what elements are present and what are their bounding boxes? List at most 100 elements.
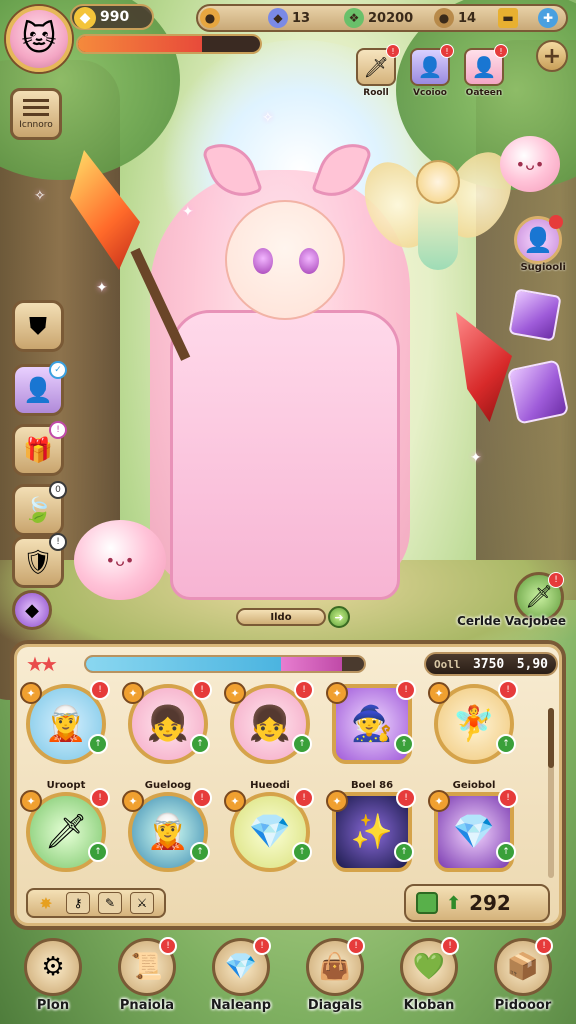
- level-up-icon: ↑: [190, 842, 210, 862]
- exp-fill-blue: [86, 657, 281, 671]
- element-icon: ✦: [326, 682, 348, 704]
- resource-slot[interactable]: ❖ 20200: [344, 8, 413, 28]
- gold-counter[interactable]: ◆ 990: [70, 4, 154, 30]
- nav-item-4[interactable]: 💚! Kloban: [386, 937, 472, 1024]
- bottom-navigation: ⚙ Plon 📜! Pnaiola 💎! Naleanp 👜! Diagals 💚! Kloban…: [0, 937, 576, 1024]
- nav-item-0[interactable]: ⚙ Plon: [10, 938, 96, 1024]
- resource-slot[interactable]: ◆ 13: [268, 8, 310, 28]
- character-card[interactable]: 🧙 ✦! ↑ Boel 86: [326, 680, 416, 791]
- hero-name-plate[interactable]: Ildo ➜: [236, 606, 350, 628]
- nav-label: Naleanp: [210, 998, 272, 1013]
- sword-icon: 🗡!: [356, 44, 400, 86]
- bag-icon: 👜!: [306, 937, 365, 996]
- hero-eye: [253, 248, 273, 274]
- gem-c-value: 14: [458, 10, 477, 26]
- element-icon: ✦: [224, 790, 246, 812]
- nav-item-2[interactable]: 💎! Naleanp: [198, 937, 284, 1024]
- character-card[interactable]: 🧝 ✦! ↑ Uroopt: [20, 680, 110, 791]
- level-up-icon: ↑: [88, 842, 108, 862]
- top-icon-1[interactable]: 👤! Vcoioo: [408, 44, 454, 100]
- nav-item-3[interactable]: 👜! Diagals: [292, 937, 378, 1024]
- gold-icon: ◆: [74, 7, 96, 29]
- crest-icon: ⛊: [29, 312, 47, 340]
- character-card[interactable]: 🧝 ✦! ↑: [122, 788, 212, 876]
- inventory-menu-button[interactable]: Icnnoro: [10, 88, 62, 140]
- leaf-icon: ❖: [344, 8, 364, 28]
- purple-crystal-small[interactable]: [508, 288, 562, 342]
- element-icon: ✦: [122, 682, 144, 704]
- nav-label: Pidooor: [494, 998, 552, 1013]
- nav-item-1[interactable]: 📜! Pnaiola: [104, 937, 190, 1024]
- side-button-crest[interactable]: ⛊: [12, 300, 64, 352]
- arrow-up-icon: ⬆: [446, 892, 462, 914]
- character-card[interactable]: 🗡 ✦! ↑: [20, 788, 110, 876]
- nav-label: Pnaiola: [119, 998, 175, 1013]
- star-icon[interactable]: ✸: [34, 892, 58, 914]
- side-button-leaf[interactable]: 🍃 0: [12, 481, 67, 536]
- scroll-icon: 📜!: [118, 937, 177, 996]
- notification-badge: !: [253, 937, 271, 955]
- add-button[interactable]: +: [536, 40, 568, 72]
- sparkle: ✦: [470, 450, 482, 466]
- key-icon[interactable]: ⚷: [66, 892, 90, 914]
- fairy-companion[interactable]: [351, 141, 525, 290]
- companion-label: Sugiooli: [520, 262, 566, 273]
- hero-face: [225, 200, 345, 320]
- pink-slime-pet[interactable]: •ᴗ•: [74, 520, 166, 600]
- portrait-icon: 👤!: [410, 44, 454, 86]
- side-button-portrait[interactable]: 👤 ✓: [12, 361, 67, 416]
- resource-slot[interactable]: ●: [200, 8, 224, 28]
- sparkle: ✦: [182, 204, 194, 220]
- character-card[interactable]: 💎 ✦! ↑: [224, 788, 314, 876]
- character-card[interactable]: 🧚 ✦! ↑ Geiobol: [428, 680, 518, 791]
- rank-badge: !: [498, 680, 518, 700]
- character-card[interactable]: 👧 ✦! ↑ Gueloog: [122, 680, 212, 791]
- exp-fill-pink: [280, 657, 342, 671]
- nav-label: Diagals: [307, 998, 363, 1013]
- player-avatar[interactable]: 🐱: [6, 6, 72, 72]
- top-icon-label: Vcoioo: [413, 88, 447, 98]
- notification-badge: !: [49, 421, 67, 439]
- notification-badge: !: [548, 572, 564, 588]
- resource-slot[interactable]: ✚: [538, 8, 562, 28]
- resource-slot[interactable]: ● 14: [434, 8, 476, 28]
- rank-badge: !: [192, 680, 212, 700]
- box-icon: 📦!: [494, 937, 553, 996]
- hero-robe: [170, 310, 400, 600]
- rank-badge: !: [294, 680, 314, 700]
- character-card[interactable]: ✨ ✦! ↑: [326, 788, 416, 876]
- arrow-icon[interactable]: ➜: [328, 606, 350, 628]
- notification-badge: !: [494, 44, 508, 58]
- armor-icon: 🛡: [22, 548, 54, 576]
- notification-badge: !: [159, 937, 177, 955]
- nut-icon: ●: [434, 8, 454, 28]
- side-button-gem[interactable]: ◆: [12, 590, 52, 630]
- scroll-thumb[interactable]: [548, 708, 554, 768]
- notification-badge: !: [441, 937, 459, 955]
- character-card[interactable]: 💎 ✦! ↑: [428, 788, 518, 876]
- side-button-chest[interactable]: 🎁!: [12, 421, 67, 476]
- notification-badge: !: [49, 533, 67, 551]
- top-icon-2[interactable]: 👤! Oateen: [462, 44, 508, 100]
- currency-value: 292: [469, 891, 511, 915]
- panel-header: ★★ Ooll 3750 5,90: [26, 652, 558, 676]
- pink-slime-floating[interactable]: •ᴗ•: [500, 136, 560, 192]
- notification-badge: ✓: [49, 361, 67, 379]
- top-icon-0[interactable]: 🗡! Rooll: [354, 44, 400, 100]
- side-button-armor[interactable]: 🛡!: [12, 533, 67, 588]
- top-icon-label: Rooll: [363, 88, 389, 98]
- notification-badge: 0: [49, 481, 67, 499]
- coin-icon: ●: [200, 8, 220, 28]
- nav-item-5[interactable]: 📦! Pidooor: [480, 937, 566, 1024]
- list-icon: [23, 98, 49, 117]
- currency-display[interactable]: ⬆ 292: [404, 884, 550, 922]
- sword-icon[interactable]: ⚔: [130, 892, 154, 914]
- companion-portrait[interactable]: 👤: [514, 215, 563, 264]
- gem-b-value: 20200: [368, 10, 414, 26]
- rank-badge: !: [396, 680, 416, 700]
- resource-slot[interactable]: ▬: [498, 8, 522, 28]
- panel-scrollbar[interactable]: [548, 708, 554, 878]
- character-card[interactable]: 👧 ✦! ↑ Hueodi: [224, 680, 314, 791]
- feather-icon[interactable]: ✎: [98, 892, 122, 914]
- notification-badge: !: [386, 44, 400, 58]
